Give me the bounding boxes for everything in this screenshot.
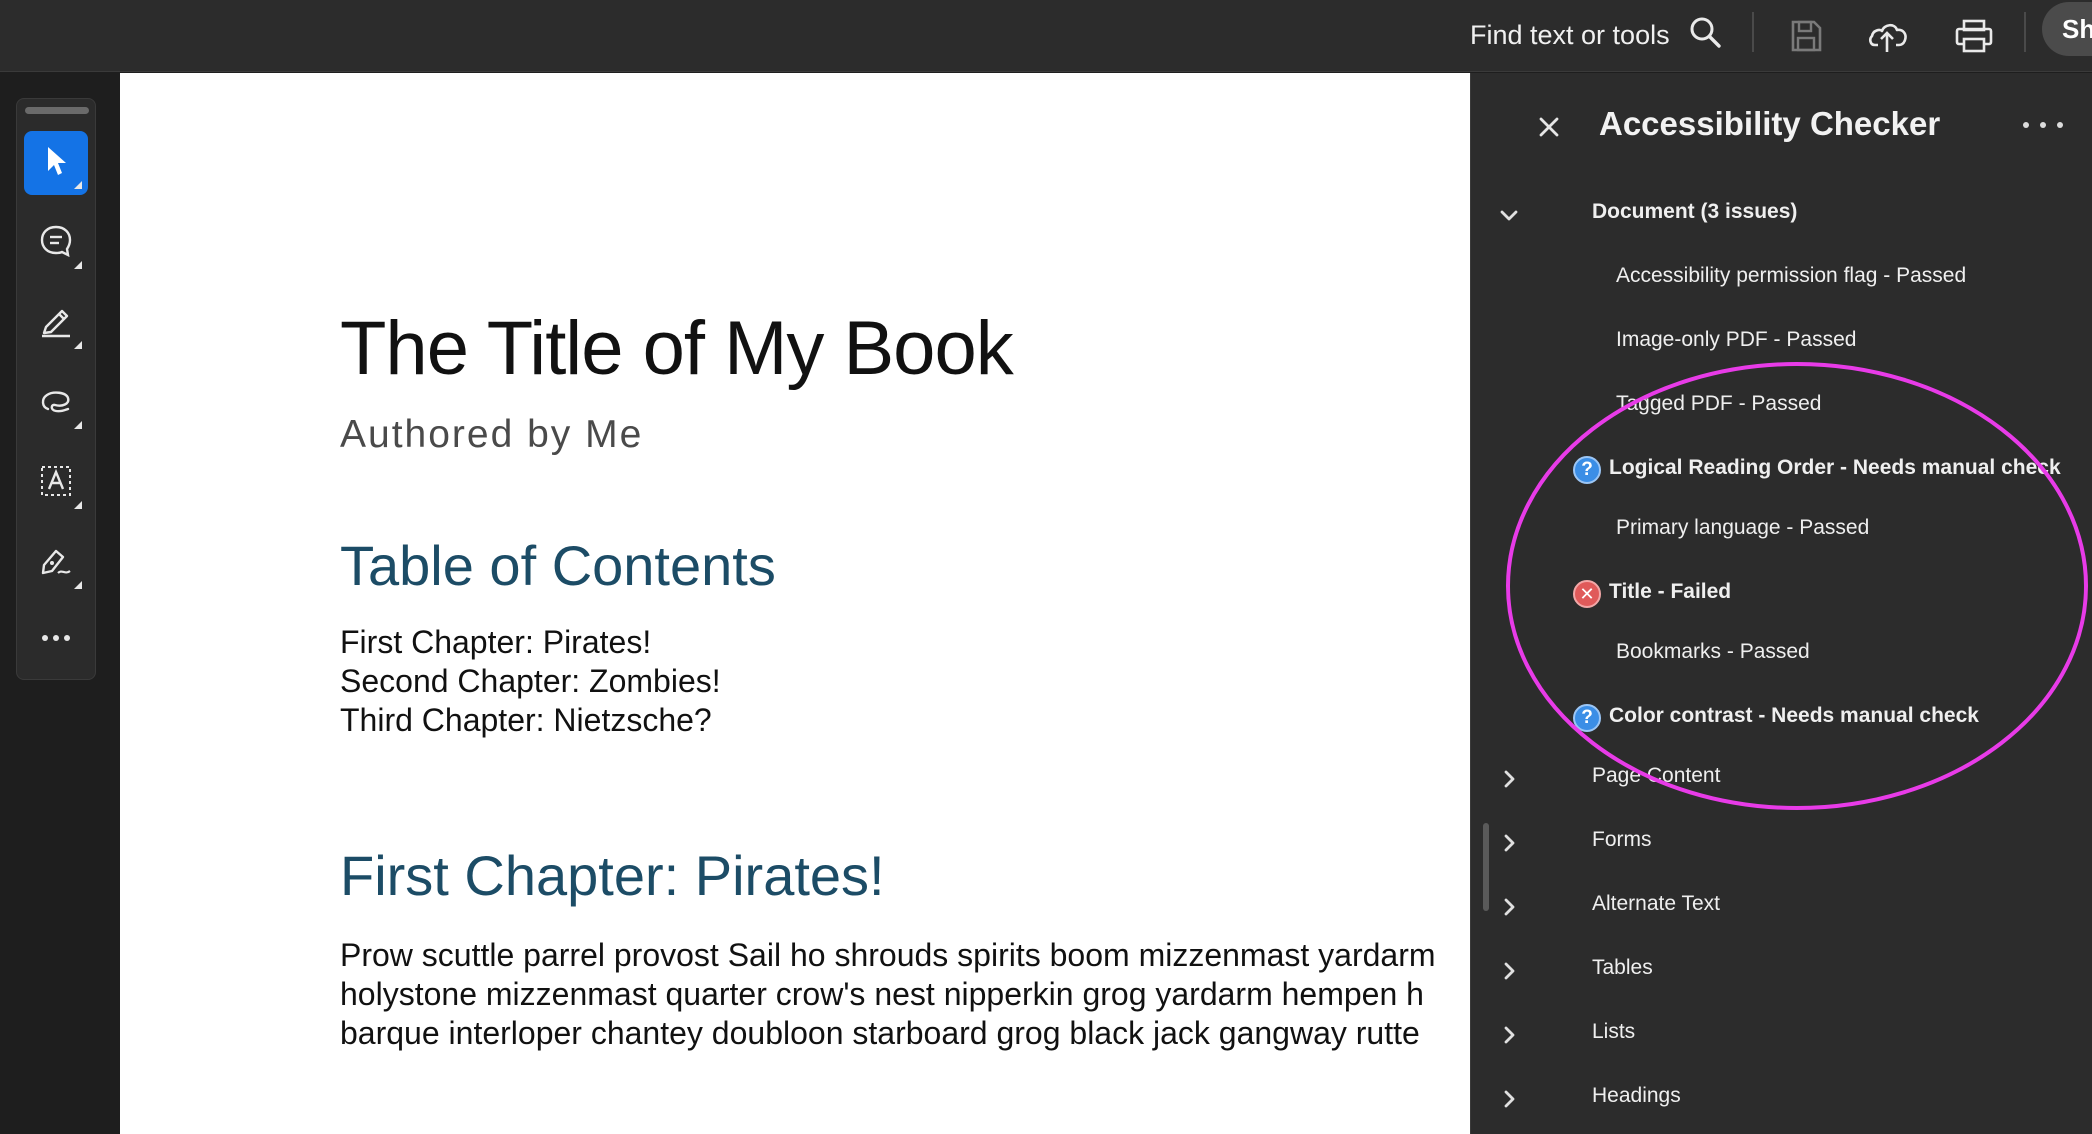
chevron-right-icon[interactable] bbox=[1497, 1087, 1521, 1111]
group-tables[interactable]: Tables bbox=[1471, 947, 2092, 995]
check-label: Tagged PDF - Passed bbox=[1616, 392, 1822, 415]
toolbar-divider bbox=[2024, 12, 2026, 52]
check-label: Image-only PDF - Passed bbox=[1616, 328, 1857, 351]
chevron-down-icon[interactable] bbox=[1497, 203, 1521, 227]
chapter-body: Prow scuttle parrel provost Sail ho shro… bbox=[340, 936, 1436, 1053]
failed-icon: ✕ bbox=[1573, 580, 1601, 608]
check-label: Bookmarks - Passed bbox=[1616, 640, 1810, 663]
toolbar-divider bbox=[1752, 12, 1754, 52]
group-label: Forms bbox=[1592, 828, 1652, 851]
check-item[interactable]: ? Logical Reading Order - Needs manual c… bbox=[1471, 447, 2092, 495]
chapter-heading: First Chapter: Pirates! bbox=[340, 844, 885, 907]
group-label: Alternate Text bbox=[1592, 892, 1721, 915]
select-tool-button[interactable] bbox=[24, 131, 88, 195]
check-item[interactable]: Primary language - Passed bbox=[1471, 507, 2092, 555]
check-label: Title - Failed bbox=[1609, 580, 1732, 603]
panel-title: Accessibility Checker bbox=[1599, 105, 1941, 142]
check-item[interactable]: Bookmarks - Passed bbox=[1471, 631, 2092, 679]
accessibility-checker-panel: Accessibility Checker Document (3 issues… bbox=[1470, 73, 2092, 1134]
share-button[interactable]: Sh bbox=[2042, 2, 2092, 56]
question-icon: ? bbox=[1573, 704, 1601, 732]
group-alternate-text[interactable]: Alternate Text bbox=[1471, 883, 2092, 931]
document-title: The Title of My Book bbox=[340, 306, 1014, 391]
check-label: Primary language - Passed bbox=[1616, 516, 1870, 539]
chevron-right-icon[interactable] bbox=[1497, 895, 1521, 919]
group-headings[interactable]: Headings bbox=[1471, 1075, 2092, 1123]
toc-heading: Table of Contents bbox=[340, 534, 776, 597]
sign-tool-button[interactable] bbox=[24, 531, 88, 595]
check-item[interactable]: ? Color contrast - Needs manual check bbox=[1471, 695, 2092, 743]
check-item[interactable]: ✕ Title - Failed bbox=[1471, 571, 2092, 619]
find-text-label: Find text or tools bbox=[1470, 19, 1670, 50]
group-forms[interactable]: Forms bbox=[1471, 819, 2092, 867]
group-label: Page Content bbox=[1592, 764, 1721, 787]
highlight-pen-icon bbox=[38, 303, 74, 344]
sign-icon bbox=[38, 543, 74, 584]
toolbar-drag-handle[interactable] bbox=[25, 107, 89, 114]
highlight-tool-button[interactable] bbox=[24, 291, 88, 355]
top-bar: Find text or tools Sh bbox=[0, 0, 2092, 72]
chevron-right-icon[interactable] bbox=[1497, 1023, 1521, 1047]
select-cursor-icon bbox=[40, 144, 72, 183]
print-icon[interactable] bbox=[1944, 6, 2004, 66]
lasso-draw-icon bbox=[38, 383, 74, 424]
chevron-right-icon[interactable] bbox=[1497, 959, 1521, 983]
group-label: Tables bbox=[1592, 956, 1653, 979]
group-document[interactable]: Document (3 issues) bbox=[1471, 191, 2092, 239]
comment-icon bbox=[38, 223, 74, 264]
document-page[interactable]: The Title of My Book Authored by Me Tabl… bbox=[120, 73, 1470, 1134]
check-item[interactable]: Tagged PDF - Passed bbox=[1471, 383, 2092, 431]
body-line: Prow scuttle parrel provost Sail ho shro… bbox=[340, 937, 1436, 973]
save-icon[interactable] bbox=[1776, 6, 1836, 66]
group-lists[interactable]: Lists bbox=[1471, 1011, 2092, 1059]
text-tool-button[interactable] bbox=[24, 451, 88, 515]
group-page-content[interactable]: Page Content bbox=[1471, 755, 2092, 803]
close-icon[interactable] bbox=[1535, 113, 1563, 141]
toc-item: Second Chapter: Zombies! bbox=[340, 663, 721, 699]
body-line: barque interloper chantey doubloon starb… bbox=[340, 1015, 1420, 1051]
body-line: holystone mizzenmast quarter crow's nest… bbox=[340, 976, 1424, 1012]
draw-tool-button[interactable] bbox=[24, 371, 88, 435]
search-icon[interactable] bbox=[1688, 15, 1722, 56]
question-icon: ? bbox=[1573, 456, 1601, 484]
toc-item: First Chapter: Pirates! bbox=[340, 624, 652, 660]
group-label: Lists bbox=[1592, 1020, 1636, 1043]
comment-tool-button[interactable] bbox=[24, 211, 88, 275]
check-label: Accessibility permission flag - Passed bbox=[1616, 264, 1967, 287]
check-item[interactable]: Accessibility permission flag - Passed bbox=[1471, 255, 2092, 303]
check-label: Logical Reading Order - Needs manual che… bbox=[1609, 456, 2061, 479]
text-box-icon bbox=[38, 463, 74, 504]
group-label: Document (3 issues) bbox=[1592, 200, 1798, 223]
find-text-or-tools[interactable]: Find text or tools bbox=[1470, 8, 1722, 62]
chevron-right-icon[interactable] bbox=[1497, 767, 1521, 791]
more-tools-button[interactable] bbox=[24, 607, 88, 671]
toc-item: Third Chapter: Nietzsche? bbox=[340, 702, 712, 738]
chevron-right-icon[interactable] bbox=[1497, 831, 1521, 855]
check-item[interactable]: Image-only PDF - Passed bbox=[1471, 319, 2092, 367]
toc-list: First Chapter: Pirates! Second Chapter: … bbox=[340, 623, 721, 740]
check-label: Color contrast - Needs manual check bbox=[1609, 704, 1979, 727]
quick-tools-toolbar bbox=[16, 98, 96, 680]
document-author: Authored by Me bbox=[340, 413, 644, 456]
more-options-icon[interactable] bbox=[2023, 113, 2063, 137]
cloud-upload-icon[interactable] bbox=[1858, 6, 1918, 66]
more-tools-icon bbox=[40, 630, 72, 648]
group-label: Headings bbox=[1592, 1084, 1681, 1107]
